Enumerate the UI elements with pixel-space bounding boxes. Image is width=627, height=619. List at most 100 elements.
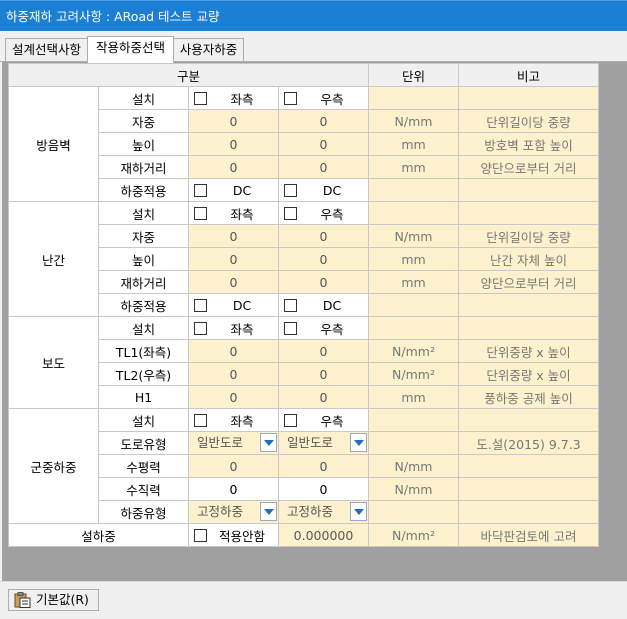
noise-wall-height-right[interactable]: 0 xyxy=(278,132,369,156)
window-title: 하중재하 고려사항 : ARoad 테스트 교량 xyxy=(0,0,627,31)
default-values-button[interactable]: 기본값(R) xyxy=(8,589,99,611)
footer-divider xyxy=(0,581,627,582)
railing-left-dc[interactable]: DC xyxy=(188,293,279,317)
checkbox[interactable] xyxy=(284,321,297,335)
checkbox[interactable] xyxy=(194,321,207,335)
noise-wall-left-install[interactable]: 좌측 xyxy=(188,86,279,110)
tab-design-options[interactable]: 설계선택사항 xyxy=(5,38,88,62)
chevron-down-icon xyxy=(354,440,364,446)
crowd-road-type-right[interactable]: 일반도로 xyxy=(278,431,369,455)
crowd-load-type-right[interactable]: 고정하중 xyxy=(278,500,369,524)
crowd-load-type-left[interactable]: 고정하중 xyxy=(188,500,279,524)
railing-height-right[interactable]: 0 xyxy=(278,247,369,271)
row-label: 도로유형 xyxy=(98,431,189,455)
checkbox[interactable] xyxy=(194,528,207,542)
railing-left-install[interactable]: 좌측 xyxy=(188,201,279,225)
note-cell: 풍하중 공제 높이 xyxy=(458,385,599,409)
empty-cell xyxy=(368,178,459,202)
note-cell: 양단으로부터 거리 xyxy=(458,270,599,294)
note-cell: 난간 자체 높이 xyxy=(458,247,599,271)
tab-user-loads[interactable]: 사용자하중 xyxy=(173,38,244,62)
load-type-select[interactable]: 고정하중 xyxy=(189,501,278,523)
checkbox[interactable] xyxy=(194,206,207,220)
dropdown-button[interactable] xyxy=(260,502,277,521)
checkbox[interactable] xyxy=(284,91,297,105)
checkbox[interactable] xyxy=(284,206,297,220)
row-label: 자중 xyxy=(98,224,189,248)
crowd-right-install[interactable]: 우측 xyxy=(278,408,369,432)
crowd-vertical-right[interactable]: 0 xyxy=(278,477,369,501)
noise-wall-right-install[interactable]: 우측 xyxy=(278,86,369,110)
checkbox[interactable] xyxy=(284,413,297,427)
railing-weight-left[interactable]: 0 xyxy=(188,224,279,248)
sidewalk-tl1-right[interactable]: 0 xyxy=(278,339,369,363)
load-type-select[interactable]: 고정하중 xyxy=(279,501,368,523)
sidewalk-right-install[interactable]: 우측 xyxy=(278,316,369,340)
crowd-left-install[interactable]: 좌측 xyxy=(188,408,279,432)
dropdown-button[interactable] xyxy=(350,502,367,521)
sidewalk-tl1-left[interactable]: 0 xyxy=(188,339,279,363)
unit-cell: N/mm xyxy=(368,109,459,133)
railing-lever-right[interactable]: 0 xyxy=(278,270,369,294)
empty-cell xyxy=(368,86,459,110)
chevron-down-icon xyxy=(264,440,274,446)
crowd-horizontal-left[interactable]: 0 xyxy=(188,454,279,478)
empty-cell xyxy=(368,500,459,524)
noise-wall-height-left[interactable]: 0 xyxy=(188,132,279,156)
checkbox[interactable] xyxy=(194,299,207,312)
empty-cell xyxy=(458,316,599,340)
row-label: 하중적용 xyxy=(98,178,189,202)
crowd-road-type-left[interactable]: 일반도로 xyxy=(188,431,279,455)
railing-weight-right[interactable]: 0 xyxy=(278,224,369,248)
sidewalk-left-install[interactable]: 좌측 xyxy=(188,316,279,340)
tab-bar: 설계선택사항 작용하중선택 사용자하중 xyxy=(0,31,627,63)
railing-right-install[interactable]: 우측 xyxy=(278,201,369,225)
empty-cell xyxy=(458,86,599,110)
road-type-select[interactable]: 일반도로 xyxy=(279,432,368,454)
unit-cell: mm xyxy=(368,247,459,271)
unit-cell: mm xyxy=(368,155,459,179)
note-cell: 방호벽 포함 높이 xyxy=(458,132,599,156)
row-label: 설치 xyxy=(98,86,189,110)
railing-lever-left[interactable]: 0 xyxy=(188,270,279,294)
noise-wall-weight-left[interactable]: 0 xyxy=(188,109,279,133)
checkbox[interactable] xyxy=(194,184,207,197)
sidewalk-tl2-left[interactable]: 0 xyxy=(188,362,279,386)
checkbox[interactable] xyxy=(284,299,297,312)
noise-wall-left-dc[interactable]: DC xyxy=(188,178,279,202)
noise-wall-weight-right[interactable]: 0 xyxy=(278,109,369,133)
unit-cell: mm xyxy=(368,270,459,294)
noise-wall-right-dc[interactable]: DC xyxy=(278,178,369,202)
group-noise-wall: 방음벽 xyxy=(8,86,99,202)
checkbox[interactable] xyxy=(194,91,207,105)
row-label: 수평력 xyxy=(98,454,189,478)
snow-value[interactable]: 0.000000 xyxy=(278,523,369,547)
unit-cell: N/mm xyxy=(368,477,459,501)
empty-cell xyxy=(458,201,599,225)
sidewalk-h1-right[interactable]: 0 xyxy=(278,385,369,409)
sidewalk-h1-left[interactable]: 0 xyxy=(188,385,279,409)
snow-apply[interactable]: 적용안함 xyxy=(188,523,279,547)
dropdown-button[interactable] xyxy=(350,433,367,452)
checkbox[interactable] xyxy=(284,184,297,197)
note-cell: 양단으로부터 거리 xyxy=(458,155,599,179)
road-type-select[interactable]: 일반도로 xyxy=(189,432,278,454)
noise-wall-lever-right[interactable]: 0 xyxy=(278,155,369,179)
checkbox[interactable] xyxy=(194,413,207,427)
tab-applied-loads[interactable]: 작용하중선택 xyxy=(87,36,174,63)
row-label: 재하거리 xyxy=(98,270,189,294)
row-label: 자중 xyxy=(98,109,189,133)
unit-cell: mm xyxy=(368,132,459,156)
empty-cell xyxy=(368,293,459,317)
crowd-vertical-left[interactable]: 0 xyxy=(188,477,279,501)
crowd-horizontal-right[interactable]: 0 xyxy=(278,454,369,478)
dropdown-button[interactable] xyxy=(260,433,277,452)
group-snow-load: 설하중 xyxy=(8,523,189,547)
unit-cell: N/mm xyxy=(368,454,459,478)
sidewalk-tl2-right[interactable]: 0 xyxy=(278,362,369,386)
railing-height-left[interactable]: 0 xyxy=(188,247,279,271)
noise-wall-lever-left[interactable]: 0 xyxy=(188,155,279,179)
empty-cell xyxy=(368,431,459,455)
empty-cell xyxy=(458,500,599,524)
railing-right-dc[interactable]: DC xyxy=(278,293,369,317)
